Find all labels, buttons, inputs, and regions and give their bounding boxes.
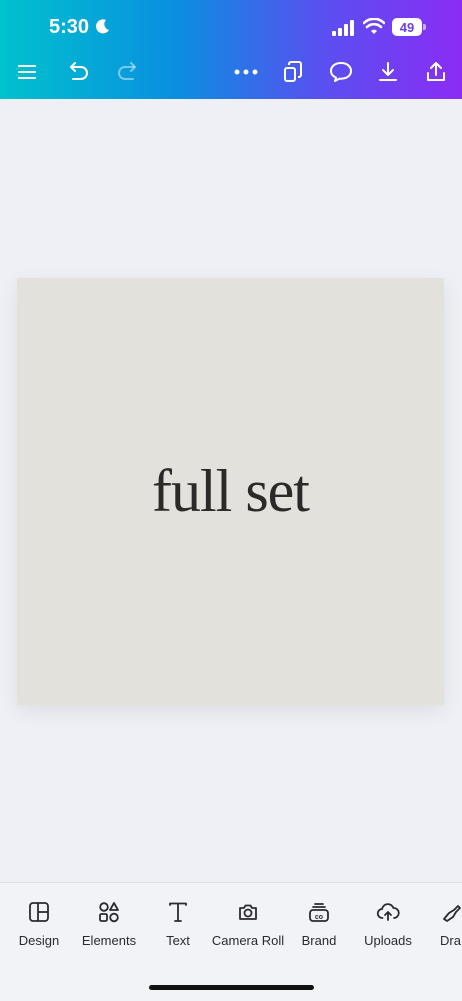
- tool-label: Brand: [301, 933, 337, 948]
- draw-icon: [440, 899, 462, 925]
- comment-icon[interactable]: [327, 58, 355, 86]
- menu-icon[interactable]: [13, 58, 41, 86]
- design-page[interactable]: full set: [17, 278, 444, 705]
- tool-text[interactable]: Text: [158, 899, 198, 955]
- tool-elements[interactable]: Elements: [79, 899, 139, 955]
- moon-icon: [96, 19, 109, 34]
- canvas-stage: full set: [0, 99, 462, 882]
- tool-label: Camera Roll: [211, 933, 285, 948]
- elements-icon: [96, 899, 122, 925]
- tool-label: Uploads: [364, 933, 412, 948]
- design-text[interactable]: full set: [17, 278, 444, 705]
- battery-indicator: 49: [392, 18, 422, 36]
- battery-tip: [423, 24, 426, 30]
- more-icon[interactable]: [232, 58, 260, 86]
- tool-label: Elements: [81, 933, 137, 948]
- tool-camera-roll[interactable]: Camera Roll: [210, 899, 286, 955]
- tool-design[interactable]: Design: [12, 899, 66, 955]
- tool-uploads[interactable]: Uploads: [360, 899, 416, 955]
- battery-level: 49: [399, 19, 415, 35]
- wifi-icon: [363, 18, 385, 34]
- tool-brand[interactable]: co Brand: [296, 899, 342, 955]
- svg-text:co: co: [315, 914, 323, 921]
- brand-icon: co: [306, 899, 332, 925]
- signal-icon: [332, 20, 354, 36]
- download-icon[interactable]: [374, 58, 402, 86]
- tool-label: Design: [18, 933, 60, 948]
- undo-icon[interactable]: [64, 58, 92, 86]
- design-icon: [26, 899, 52, 925]
- status-time: 5:30: [49, 16, 90, 38]
- uploads-icon: [375, 899, 401, 925]
- tool-label: Text: [166, 933, 190, 948]
- tool-draw[interactable]: Dra: [440, 899, 462, 955]
- redo-icon[interactable]: [114, 58, 142, 86]
- home-indicator[interactable]: [149, 985, 314, 990]
- top-header: 5:30 49: [0, 0, 462, 99]
- pages-icon[interactable]: [279, 58, 307, 86]
- share-icon[interactable]: [422, 58, 450, 86]
- tool-label: Dra: [440, 933, 461, 948]
- bottom-toolbar: Design Elements Text Camera Roll co Bran…: [0, 882, 462, 1001]
- text-icon: [165, 899, 191, 925]
- camera-icon: [235, 899, 261, 925]
